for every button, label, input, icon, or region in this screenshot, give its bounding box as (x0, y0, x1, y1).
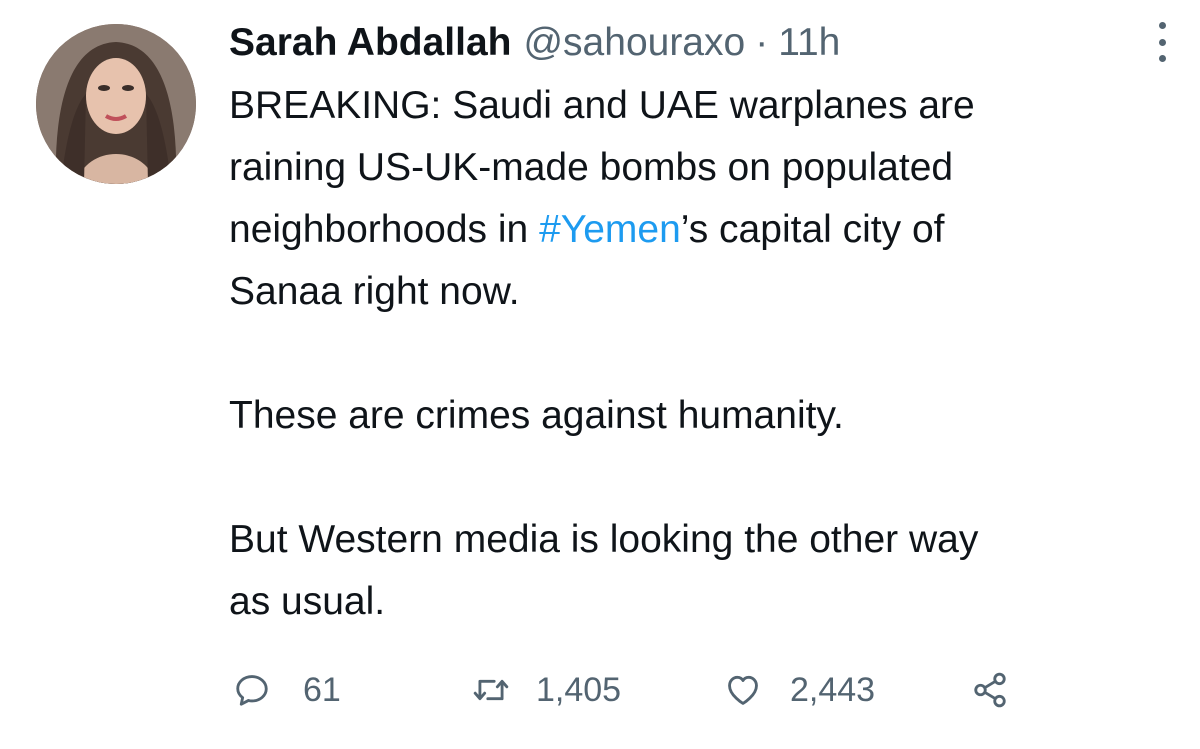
like-count: 2,443 (790, 670, 876, 709)
tweet-text-segment: neighborhoods in (229, 208, 540, 251)
tweet-line: These are crimes against humanity. (229, 394, 844, 437)
author-handle[interactable]: @sahouraxo (523, 21, 745, 65)
tweet-line: But Western media is looking the other w… (229, 518, 979, 561)
tweet-line: as usual. (229, 580, 386, 623)
retweet-button[interactable]: 1,405 (472, 665, 621, 715)
reply-count: 61 (303, 670, 341, 709)
share-button[interactable] (971, 665, 1009, 715)
more-dot (1158, 38, 1166, 46)
tweet-line: Sanaa right now. (229, 270, 520, 313)
separator-dot: · (755, 21, 769, 64)
tweet-header: Sarah Abdallah @sahouraxo · 11h (229, 18, 840, 68)
share-icon (974, 672, 1006, 708)
more-options-icon[interactable] (1150, 20, 1174, 64)
tweet: Sarah Abdallah @sahouraxo · 11h BREAKING… (0, 0, 1200, 749)
more-dot (1158, 55, 1166, 62)
retweet-icon (473, 679, 509, 701)
tweet-text: BREAKING: Saudi and UAE warplanes are ra… (229, 75, 1159, 633)
avatar[interactable] (36, 24, 196, 184)
tweet-text-segment: ’s capital city of (680, 208, 945, 251)
tweet-actions: 61 1,405 2,443 (229, 665, 1159, 715)
avatar-image (36, 24, 196, 184)
tweet-line: BREAKING: Saudi and UAE warplanes are (229, 84, 975, 127)
timestamp[interactable]: 11h (778, 21, 840, 65)
reply-icon (236, 675, 268, 706)
retweet-count: 1,405 (536, 670, 622, 709)
tweet-line: neighborhoods in #Yemen’s capital city o… (229, 199, 1159, 261)
like-button[interactable]: 2,443 (724, 665, 875, 715)
tweet-line: raining US-UK-made bombs on populated (229, 146, 954, 189)
author-name[interactable]: Sarah Abdallah (229, 21, 511, 65)
hashtag-link[interactable]: #Yemen (539, 208, 681, 251)
like-icon (728, 675, 758, 705)
more-dot (1158, 22, 1166, 29)
reply-button[interactable]: 61 (233, 665, 341, 715)
